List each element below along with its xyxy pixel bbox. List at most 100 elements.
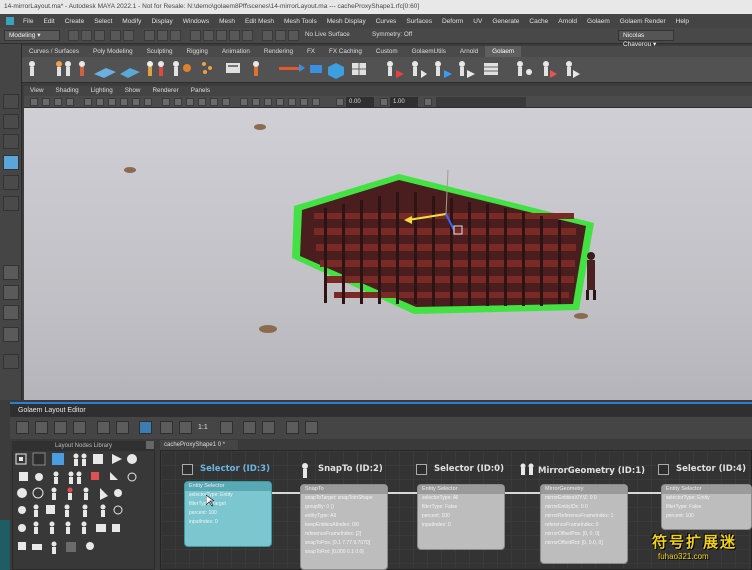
select-component-icon[interactable] [170,30,181,41]
save-as-layout-icon[interactable] [73,421,86,434]
single-view-icon[interactable] [3,265,19,280]
scale-tool-icon[interactable] [3,196,19,211]
history-icon[interactable] [262,30,273,41]
select-hierarchy-icon[interactable] [144,30,155,41]
entity-type-node-icon[interactable] [33,504,39,518]
shelf-tab-fx[interactable]: FX [300,46,322,57]
menu-golaem-render[interactable]: Golaem Render [615,18,671,25]
menu-create[interactable]: Create [60,18,90,25]
four-view-icon[interactable] [3,285,19,300]
gate-mask-icon[interactable] [120,98,128,106]
field-chart-icon[interactable] [132,98,140,106]
simulation-grid-icon[interactable] [484,63,498,75]
align-left-icon[interactable] [286,421,299,434]
panel-menu-show[interactable]: Show [119,86,147,96]
menu-deform[interactable]: Deform [437,18,468,25]
sim-cache-icon[interactable] [435,61,452,78]
menu-mesh-tools[interactable]: Mesh Tools [279,18,322,25]
two-view-icon[interactable] [3,305,19,320]
kill-node-icon[interactable] [91,472,99,480]
layout-character-icon[interactable] [253,61,259,76]
expression-node-icon[interactable] [86,542,94,550]
bookmark-icon[interactable] [54,98,62,106]
snap-view-icon[interactable] [229,30,240,41]
menu-curves[interactable]: Curves [371,18,402,25]
paint-node-icon[interactable] [110,472,118,480]
ik-node-icon[interactable] [65,521,71,535]
time-node-icon[interactable] [17,488,27,498]
lasso-tool-icon[interactable] [3,114,19,129]
motion-node-icon[interactable] [83,487,89,501]
motion-icon[interactable] [173,61,191,76]
shadows-icon[interactable] [222,98,230,106]
rigid-body-icon[interactable] [310,65,322,73]
node-enable-checkbox[interactable] [182,464,193,475]
spread-node-icon[interactable] [127,454,137,464]
speed-node-icon[interactable] [32,487,44,499]
outfit-node-icon[interactable] [112,524,120,532]
open-layout-icon[interactable] [35,421,48,434]
rotate-tool-icon[interactable] [3,175,19,190]
trajectory-icon[interactable] [279,64,305,72]
ground-node-icon[interactable] [96,524,106,532]
selector-node-icon[interactable] [15,453,27,465]
mirror-node-icon[interactable] [93,454,103,464]
xray-icon[interactable] [240,98,248,106]
menu-windows[interactable]: Windows [178,18,214,25]
delete-node-icon[interactable] [97,421,110,434]
align-right-icon[interactable] [305,421,318,434]
smooth-shade-icon[interactable] [174,98,182,106]
depth-of-field-icon[interactable] [312,98,320,106]
clip-node-icon[interactable] [18,524,26,532]
shelf-tab-poly-modeling[interactable]: Poly Modeling [86,46,140,57]
side-dock-handle[interactable] [0,520,10,570]
selector-node[interactable]: Entity Selector selectorType: All filter… [417,484,505,550]
cache-grid-icon[interactable] [352,63,366,75]
xray-joints-icon[interactable] [252,98,260,106]
menu-generate[interactable]: Generate [487,18,524,25]
frame-offset-node-icon[interactable] [67,487,73,501]
camera-select-icon[interactable] [30,98,38,106]
shelf-tab-arnold[interactable]: Arnold [453,46,485,57]
crowd-formation[interactable] [292,169,594,314]
ambient-occlusion-icon[interactable] [276,98,284,106]
sim-stop-icon[interactable] [412,61,427,78]
notes-node-icon[interactable] [66,542,76,552]
particles-icon[interactable] [202,62,212,74]
accessory-node-icon[interactable] [100,504,106,518]
menu-help[interactable]: Help [671,18,694,25]
crowd-field-icon[interactable] [56,61,71,76]
filter-node-icon[interactable] [32,452,46,466]
list-view-icon[interactable] [179,421,192,434]
menu-display[interactable]: Display [146,18,177,25]
shelf-tab-golaem[interactable]: Golaem [485,46,522,57]
ipr-render-icon[interactable] [288,30,299,41]
menu-uv[interactable]: UV [468,18,487,25]
geometry-node-icon[interactable] [82,504,88,518]
render-crowd-icon[interactable] [517,61,532,76]
color-space-dropdown[interactable] [436,97,526,107]
posture-node-icon[interactable] [49,521,55,535]
sim-run-icon[interactable] [387,61,404,78]
node-enable-checkbox[interactable] [416,464,427,475]
arrange-node-icon[interactable] [112,454,122,464]
rename-node-icon[interactable] [46,505,55,514]
menu-cache[interactable]: Cache [524,18,553,25]
rotate-node-icon[interactable] [35,473,43,481]
shelf-tab-golaemutils[interactable]: GolaemUtils [405,46,453,57]
layer-node-icon[interactable] [32,544,42,550]
redo-icon[interactable] [123,30,134,41]
new-scene-icon[interactable] [68,30,79,41]
snap-curve-icon[interactable] [203,30,214,41]
material-node-icon[interactable] [113,505,123,515]
node-enable-checkbox[interactable] [658,464,669,475]
proxy-cube-icon[interactable] [328,63,344,79]
3d-viewport[interactable] [24,108,752,400]
select-mode-icon[interactable] [139,421,152,434]
select-tool-icon[interactable] [3,94,19,109]
mirror-geometry-node[interactable]: MirrorGeometry mirrorEntitiesX/Y/Z: 0 0 … [540,484,628,564]
menu-surfaces[interactable]: Surfaces [401,18,437,25]
film-gate-icon[interactable] [96,98,104,106]
bone-node-icon[interactable] [18,542,26,550]
layout-tool-icon[interactable] [226,63,240,73]
